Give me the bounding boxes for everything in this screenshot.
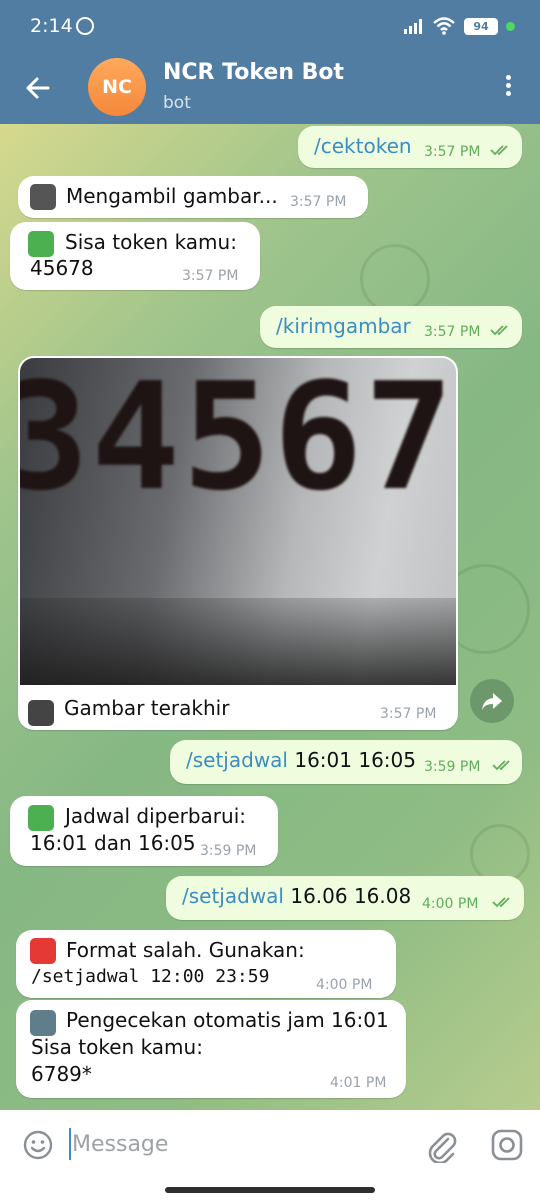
message-input[interactable] (72, 1124, 392, 1164)
message-text-line1: Sisa token kamu: (65, 230, 237, 254)
background-doodle (360, 244, 430, 314)
command-link[interactable]: /setjadwal (182, 884, 284, 908)
forward-icon (482, 693, 502, 710)
message-time: 3:57 PM (182, 268, 239, 284)
camera-icon[interactable] (490, 1128, 524, 1162)
status-bar: 2:14 94 (0, 0, 540, 52)
meter-photo[interactable]: 345678 (20, 358, 456, 685)
robot-icon (30, 1010, 56, 1036)
chat-title[interactable]: NCR Token Bot (163, 60, 344, 85)
command-link[interactable]: /kirimgambar (276, 313, 411, 339)
message-incoming[interactable]: Format salah. Gunakan: /setjadwal 12:00 … (16, 930, 396, 998)
double-check-icon (490, 145, 508, 156)
message-outgoing[interactable]: /setjadwal 16.06 16.08 4:00 PM (166, 876, 524, 920)
message-incoming[interactable]: Mengambil gambar... 3:57 PM (18, 176, 368, 218)
message-text-line3: 6789* (31, 1062, 92, 1086)
message-time: 3:57 PM (380, 706, 437, 722)
message-time: 4:01 PM (330, 1075, 387, 1091)
message-time: 4:00 PM (422, 896, 479, 912)
message-code-line: /setjadwal 12:00 23:59 (31, 966, 270, 987)
camera-icon (28, 700, 54, 726)
signal-icon (404, 19, 422, 34)
avatar[interactable]: NC (88, 58, 146, 116)
attach-icon[interactable] (424, 1127, 458, 1163)
share-forward-button[interactable] (470, 679, 514, 723)
more-vertical-icon[interactable] (498, 72, 518, 104)
message-text: Mengambil gambar... (66, 184, 278, 208)
wifi-icon (433, 17, 455, 35)
check-mark-icon (28, 805, 54, 831)
message-text-line2: Sisa token kamu: (31, 1035, 203, 1059)
home-indicator (0, 1180, 540, 1200)
cross-mark-icon (30, 938, 56, 964)
command-args: 16.06 16.08 (290, 884, 412, 908)
double-check-icon (492, 760, 510, 771)
message-text-line1: Pengecekan otomatis jam 16:01 (66, 1008, 389, 1032)
message-text: /setjadwal 16.06 16.08 (182, 883, 411, 909)
check-mark-icon (28, 231, 54, 257)
background-doodle (470, 824, 530, 884)
message-composer (0, 1110, 540, 1180)
message-text: /setjadwal 16:01 16:05 (186, 747, 416, 773)
whatsapp-notification-icon (76, 17, 94, 35)
message-text-line2: 45678 (30, 256, 94, 280)
chat-area[interactable]: /cektoken 3:57 PM Mengambil gambar... 3:… (0, 124, 540, 1110)
command-link[interactable]: /cektoken (314, 133, 412, 159)
message-text-line1: Format salah. Gunakan: (66, 938, 305, 962)
message-photo[interactable]: 345678 Gambar terakhir 3:57 PM (18, 356, 458, 730)
text-caret (69, 1128, 71, 1160)
active-dot-icon (506, 22, 515, 31)
command-args: 16:01 16:05 (294, 748, 416, 772)
message-outgoing[interactable]: /setjadwal 16:01 16:05 3:59 PM (170, 740, 522, 784)
camera-flash-icon (30, 184, 56, 210)
message-text-line2: 16:01 dan 16:05 (30, 831, 196, 855)
message-time: 4:00 PM (316, 977, 373, 993)
status-time: 2:14 (30, 15, 73, 37)
message-time: 3:57 PM (424, 144, 481, 160)
double-check-icon (492, 897, 510, 908)
message-outgoing[interactable]: /kirimgambar 3:57 PM (260, 306, 522, 348)
command-link[interactable]: /setjadwal (186, 748, 288, 772)
message-time: 3:59 PM (200, 843, 257, 859)
message-time: 3:57 PM (290, 194, 347, 210)
message-outgoing[interactable]: /cektoken 3:57 PM (298, 126, 522, 168)
chat-header: NC NCR Token Bot bot (0, 52, 540, 124)
battery-indicator: 94 (464, 18, 498, 35)
photo-caption: Gambar terakhir (64, 696, 230, 720)
photo-meter-digits: 345678 (20, 358, 456, 523)
message-incoming[interactable]: Jadwal diperbarui: 16:01 dan 16:05 3:59 … (10, 796, 278, 866)
message-time: 3:57 PM (424, 324, 481, 340)
emoji-icon[interactable] (22, 1129, 54, 1161)
message-text-line1: Jadwal diperbarui: (65, 804, 246, 828)
back-arrow-icon[interactable] (22, 72, 54, 104)
message-incoming[interactable]: Pengecekan otomatis jam 16:01 Sisa token… (16, 1000, 406, 1098)
message-incoming[interactable]: Sisa token kamu: 45678 3:57 PM (10, 222, 260, 290)
message-time: 3:59 PM (424, 759, 481, 775)
chat-subtitle: bot (163, 93, 191, 113)
double-check-icon (490, 325, 508, 336)
